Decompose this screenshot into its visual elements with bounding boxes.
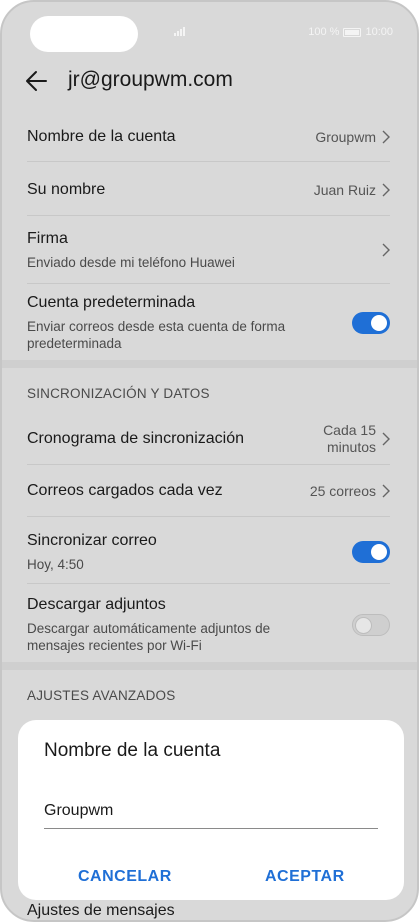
camera-cutout — [30, 16, 138, 52]
default-account-row: Cuenta predeterminada Enviar correos des… — [27, 292, 390, 354]
sync-section-label: SINCRONIZACIÓN Y DATOS — [27, 386, 210, 401]
account-name-label: Nombre de la cuenta — [27, 128, 176, 145]
sync-mail-last-sync: Hoy, 4:50 — [27, 556, 84, 572]
divider — [27, 215, 390, 216]
cancel-button[interactable]: CANCELAR — [78, 868, 172, 886]
default-account-label: Cuenta predeterminada — [27, 294, 196, 311]
download-attachments-desc-line1: Descargar automáticamente adjuntos de — [27, 621, 271, 636]
sync-schedule-label: Cronograma de sincronización — [27, 430, 244, 447]
download-attachments-description: Descargar automáticamente adjuntos de me… — [27, 620, 270, 654]
account-name-value: Groupwm — [315, 129, 376, 145]
your-name-row[interactable]: Su nombre Juan Ruiz — [27, 177, 390, 203]
your-name-label: Su nombre — [27, 181, 106, 198]
account-name-row[interactable]: Nombre de la cuenta Groupwm — [27, 124, 390, 150]
your-name-value-group: Juan Ruiz — [314, 182, 390, 198]
signature-text: Enviado desde mi teléfono Huawei — [27, 254, 235, 270]
app-header: jr@groupwm.com — [2, 64, 417, 98]
chevron-right-icon — [382, 484, 390, 498]
page-title: jr@groupwm.com — [68, 68, 233, 91]
accept-button[interactable]: ACEPTAR — [265, 868, 345, 886]
sync-mail-row: Sincronizar correo Hoy, 4:50 — [27, 530, 390, 574]
sync-mail-toggle[interactable] — [352, 541, 390, 563]
download-attachments-row: Descargar adjuntos Descargar automáticam… — [27, 594, 390, 656]
clock: 10:00 — [365, 26, 393, 38]
mails-loaded-value: 25 correos — [309, 483, 376, 499]
section-separator — [2, 662, 417, 670]
chevron-right-icon — [382, 130, 390, 144]
default-account-toggle[interactable] — [352, 312, 390, 334]
battery-percent: 100 % — [308, 26, 340, 38]
phone-screen: 100 % 10:00 jr@groupwm.com Nombre de la … — [0, 0, 419, 922]
signature-label: Firma — [27, 229, 68, 247]
account-name-dialog: Nombre de la cuenta Groupwm CANCELAR ACE… — [18, 720, 404, 900]
download-attachments-label: Descargar adjuntos — [27, 596, 166, 613]
download-attachments-toggle[interactable] — [352, 614, 390, 636]
divider — [27, 464, 390, 465]
message-settings-item: Ajustes de mensajes — [27, 902, 175, 919]
download-attachments-desc-line2: mensajes recientes por Wi-Fi — [27, 638, 202, 653]
sync-schedule-value-line2: minutos — [326, 439, 376, 455]
dialog-title: Nombre de la cuenta — [44, 740, 221, 761]
mails-loaded-label: Correos cargados cada vez — [27, 482, 223, 499]
divider — [27, 583, 390, 584]
chevron-right-icon — [382, 243, 390, 257]
default-account-desc-line2: predeterminada — [27, 336, 122, 351]
account-name-value-group: Groupwm — [315, 129, 390, 145]
default-account-description: Enviar correos desde esta cuenta de form… — [27, 318, 285, 352]
your-name-value: Juan Ruiz — [313, 182, 376, 198]
status-bar: 100 % 10:00 — [308, 26, 393, 38]
default-account-desc-line1: Enviar correos desde esta cuenta de form… — [27, 319, 286, 334]
chevron-right-icon — [382, 432, 390, 446]
signal-icon — [174, 26, 188, 36]
divider — [27, 283, 390, 284]
back-arrow-icon[interactable] — [24, 68, 50, 94]
sync-mail-label: Sincronizar correo — [27, 531, 157, 549]
sync-schedule-value-line1: Cada 15 — [323, 422, 376, 438]
section-separator — [2, 360, 417, 368]
divider — [27, 161, 390, 162]
mails-loaded-row[interactable]: Correos cargados cada vez 25 correos — [27, 478, 390, 504]
signature-row[interactable]: Firma Enviado desde mi teléfono Huawei — [27, 228, 390, 272]
sync-schedule-row[interactable]: Cronograma de sincronización Cada 15 min… — [27, 420, 390, 458]
advanced-section-label: AJUSTES AVANZADOS — [27, 688, 176, 703]
battery-icon — [343, 27, 362, 37]
mails-loaded-value-group: 25 correos — [310, 483, 390, 499]
account-name-input[interactable]: Groupwm — [44, 802, 378, 829]
chevron-right-icon — [382, 183, 390, 197]
sync-schedule-value: Cada 15 minutos — [323, 422, 376, 456]
sync-schedule-value-group: Cada 15 minutos — [323, 422, 390, 456]
divider — [27, 516, 390, 517]
